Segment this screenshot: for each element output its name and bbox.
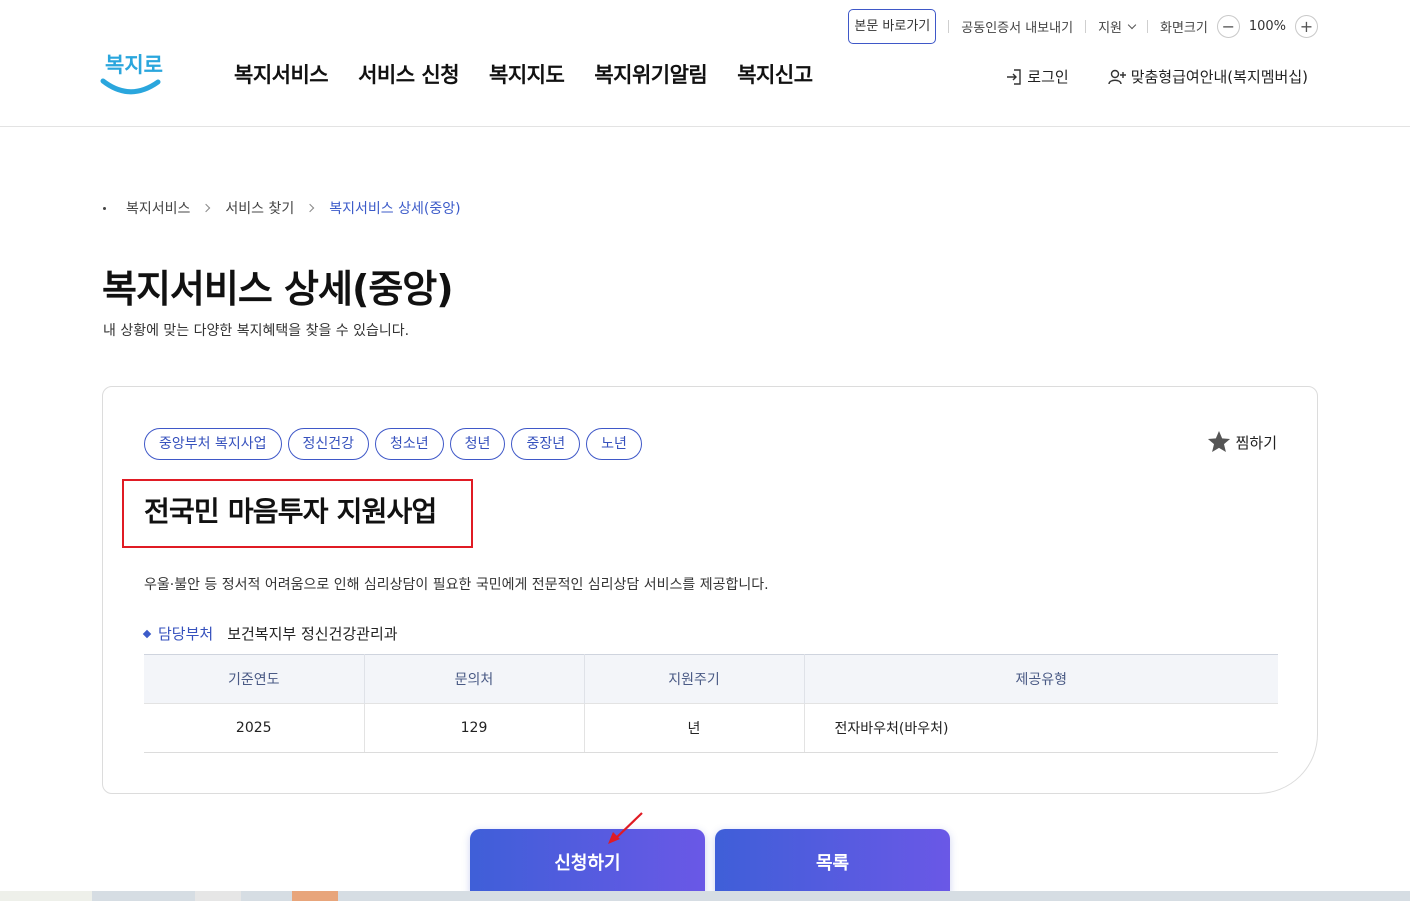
- language-label: 지원: [1098, 21, 1122, 36]
- tag-chip[interactable]: 노년: [586, 428, 642, 460]
- tag-chip[interactable]: 청년: [449, 428, 506, 460]
- page-title: 복지서비스 상세(중앙): [102, 267, 454, 311]
- apply-button[interactable]: 신청하기: [470, 829, 705, 895]
- chevron-right-icon: [306, 203, 315, 213]
- column-header: 문의처: [364, 654, 585, 704]
- divider: [1146, 20, 1148, 33]
- department-value: 보건복지부 정신건강관리과: [227, 625, 398, 643]
- table-header-row: 기준연도 문의처 지원주기 제공유형: [144, 654, 1278, 704]
- user-links: 로그인 맞춤형급여안내(복지멤버십): [1005, 66, 1308, 87]
- logo-text: 복지로: [105, 53, 163, 77]
- breadcrumb: 복지서비스 서비스 찾기 복지서비스 상세(중앙): [103, 198, 461, 218]
- zoom-out-button[interactable]: −: [1216, 15, 1240, 38]
- user-add-icon: [1107, 69, 1126, 84]
- taskbar-item[interactable]: [0, 891, 92, 901]
- page-description: 내 상황에 맞는 다양한 복지혜택을 찾을 수 있습니다.: [103, 323, 410, 339]
- table-cell: 년: [584, 703, 805, 753]
- zoom-in-button[interactable]: +: [1295, 15, 1318, 38]
- divider: [948, 20, 950, 33]
- breadcrumb-item[interactable]: 서비스 찾기: [225, 198, 294, 218]
- service-description: 우울·불안 등 정서적 어려움으로 인해 심리상담이 필요한 국민에게 전문적인…: [144, 577, 769, 593]
- tag-list: 중앙부처 복지사업 정신건강 청소년 청년 중장년 노년: [144, 428, 642, 460]
- nav-item-welfare-service[interactable]: 복지서비스: [234, 59, 329, 89]
- divider: [1085, 20, 1087, 33]
- table-cell: 129: [364, 703, 585, 753]
- membership-label: 맞춤형급여안내(복지멤버십): [1130, 68, 1308, 86]
- department-label: 담당부처: [158, 625, 214, 643]
- list-button[interactable]: 목록: [715, 829, 950, 895]
- cert-export-link[interactable]: 공동인증서 내보내기: [961, 17, 1073, 36]
- zoom-value: 100%: [1248, 19, 1286, 34]
- red-arrow-annotation-icon: [608, 812, 643, 844]
- nav-item-welfare-map[interactable]: 복지지도: [489, 59, 565, 89]
- chevron-down-icon: [1127, 20, 1137, 29]
- tag-chip[interactable]: 청소년: [375, 428, 444, 460]
- department-info: 담당부처 보건복지부 정신건강관리과: [142, 623, 398, 644]
- tag-chip[interactable]: 중장년: [511, 428, 581, 460]
- screen-size-label: 화면크기: [1159, 21, 1208, 36]
- login-icon: [1007, 68, 1021, 85]
- service-title: 전국민 마음투자 지원사업: [144, 495, 437, 528]
- os-taskbar: [0, 891, 1410, 901]
- favorite-button[interactable]: 찜하기: [1206, 429, 1277, 455]
- home-dot-icon: [103, 206, 106, 210]
- main-nav: 복지서비스 서비스 신청 복지지도 복지위기알림 복지신고: [234, 59, 813, 89]
- nav-item-crisis-alert[interactable]: 복지위기알림: [594, 59, 707, 89]
- skip-to-content-link[interactable]: 본문 바로가기: [848, 9, 937, 44]
- star-icon: [1207, 430, 1230, 452]
- chevron-right-icon: [202, 203, 211, 213]
- membership-link[interactable]: 맞춤형급여안내(복지멤버십): [1107, 66, 1308, 87]
- bokjiro-logo[interactable]: 복지로: [100, 44, 164, 100]
- column-header: 지원주기: [584, 654, 805, 704]
- table-row: 2025 129 년 전자바우처(바우처): [144, 703, 1278, 753]
- column-header: 제공유형: [804, 654, 1278, 704]
- tag-chip[interactable]: 정신건강: [287, 428, 370, 460]
- breadcrumb-item[interactable]: 복지서비스: [126, 198, 190, 218]
- site-header: 본문 바로가기 공동인증서 내보내기 지원 화면크기 − 100% + 복지로 …: [0, 0, 1410, 127]
- column-header: 기준연도: [144, 654, 365, 704]
- taskbar-item[interactable]: [195, 891, 241, 901]
- taskbar-item[interactable]: [292, 891, 338, 901]
- login-link[interactable]: 로그인: [1005, 66, 1069, 87]
- table-cell: 전자바우처(바우처): [804, 703, 1278, 753]
- tag-chip[interactable]: 중앙부처 복지사업: [144, 428, 282, 460]
- language-select[interactable]: 지원: [1098, 17, 1137, 36]
- service-info-table: 기준연도 문의처 지원주기 제공유형 2025 129 년 전자바우처(바우처): [144, 654, 1278, 753]
- diamond-bullet-icon: [142, 629, 152, 638]
- breadcrumb-current: 복지서비스 상세(중앙): [329, 201, 461, 217]
- utility-bar: 본문 바로가기 공동인증서 내보내기 지원 화면크기 − 100% +: [848, 9, 1318, 44]
- favorite-label: 찜하기: [1235, 433, 1277, 452]
- nav-item-service-apply[interactable]: 서비스 신청: [358, 59, 459, 89]
- zoom-control: 화면크기 − 100% +: [1160, 15, 1318, 38]
- nav-item-welfare-report[interactable]: 복지신고: [737, 59, 813, 89]
- service-detail-card: 중앙부처 복지사업 정신건강 청소년 청년 중장년 노년 찜하기 전국민 마음투…: [102, 386, 1318, 794]
- table-cell: 2025: [144, 703, 365, 753]
- login-label: 로그인: [1027, 68, 1069, 86]
- logo-icon: 복지로: [100, 53, 163, 95]
